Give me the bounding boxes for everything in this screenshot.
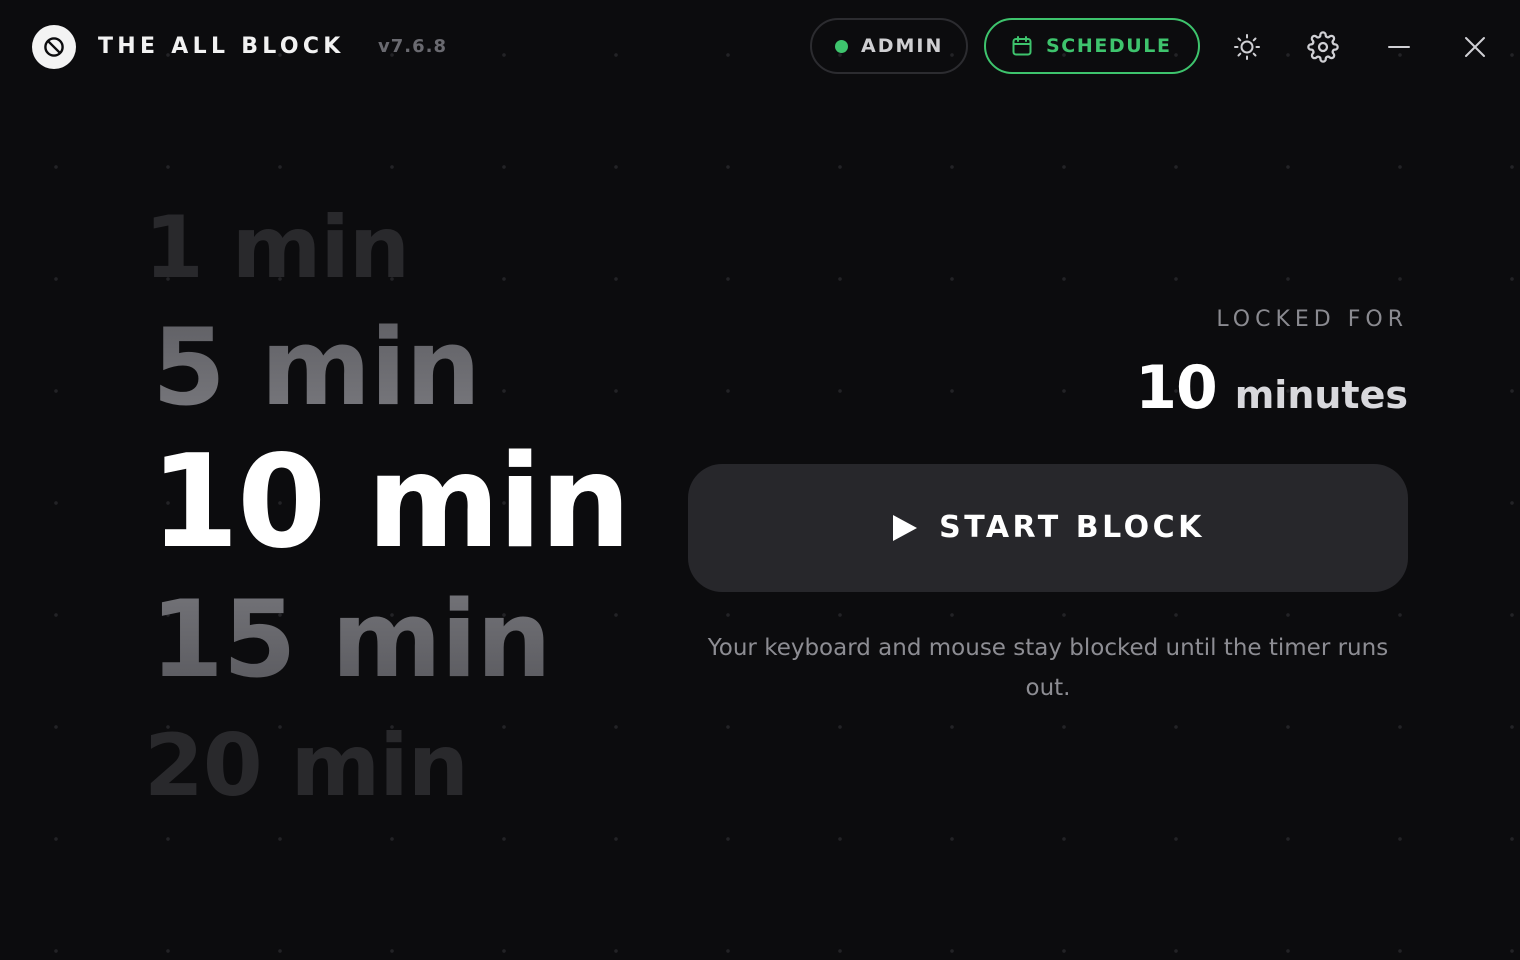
admin-status-button[interactable]: ADMIN <box>810 18 968 74</box>
duration-option-20-min[interactable]: 20 min <box>144 716 469 816</box>
duration-option-15-min[interactable]: 15 min <box>150 580 552 700</box>
duration-option-5-min[interactable]: 5 min <box>152 308 481 428</box>
close-icon <box>1465 37 1485 57</box>
schedule-label: SCHEDULE <box>1046 35 1172 57</box>
duration-option-1-min[interactable]: 1 min <box>144 198 410 298</box>
locked-duration-display: 10 minutes <box>1135 350 1408 426</box>
close-button[interactable] <box>1454 26 1496 68</box>
minimize-icon <box>1388 46 1410 48</box>
locked-for-caption: LOCKED FOR <box>1216 307 1408 332</box>
gear-icon <box>1307 31 1339 63</box>
helper-text: Your keyboard and mouse stay blocked unt… <box>707 635 1389 701</box>
minimize-button[interactable] <box>1378 26 1420 68</box>
admin-status-dot <box>835 40 848 53</box>
start-block-button[interactable]: START BLOCK <box>688 464 1408 592</box>
locked-duration-unit: minutes <box>1234 373 1408 417</box>
settings-button[interactable] <box>1302 26 1344 68</box>
duration-option-10-min-selected[interactable]: 10 min <box>150 430 631 576</box>
admin-label: ADMIN <box>861 35 944 57</box>
calendar-icon <box>1012 36 1032 56</box>
locked-duration-value: 10 <box>1135 353 1217 423</box>
duration-picker: 1 min 5 min 10 min 15 min 20 min <box>0 0 680 960</box>
theme-toggle-button[interactable] <box>1226 26 1268 68</box>
start-block-label: START BLOCK <box>939 510 1205 545</box>
play-icon <box>893 515 918 541</box>
schedule-button[interactable]: SCHEDULE <box>984 18 1200 74</box>
start-block-button-content: START BLOCK <box>688 464 1408 592</box>
sun-icon <box>1234 34 1260 60</box>
